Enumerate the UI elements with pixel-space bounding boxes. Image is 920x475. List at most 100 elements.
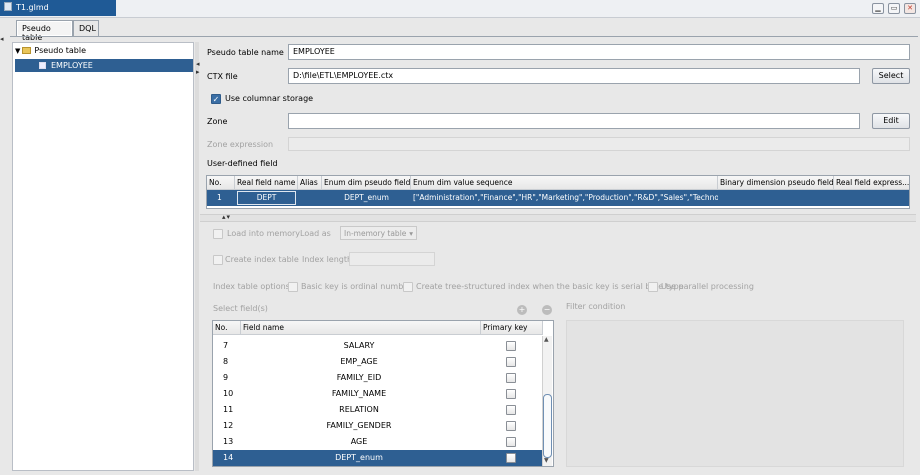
tree-root-label: Pseudo table bbox=[34, 46, 87, 55]
primary-key-checkbox[interactable] bbox=[506, 357, 516, 367]
row-field-name[interactable]: EMP_AGE bbox=[241, 354, 477, 370]
splitter-left-arrow-icon[interactable]: ◂ bbox=[196, 60, 200, 68]
ctx-file-label: CTX file bbox=[207, 72, 238, 81]
primary-key-checkbox[interactable] bbox=[506, 341, 516, 351]
ordinal-key-checkbox[interactable] bbox=[288, 282, 298, 292]
col-header-enum-seq[interactable]: Enum dim value sequence bbox=[411, 176, 718, 190]
row-field-name[interactable]: FAMILY_GENDER bbox=[241, 418, 477, 434]
table-row[interactable]: 7 SALARY bbox=[213, 338, 543, 354]
expand-arrow-icon[interactable]: ▼ bbox=[15, 47, 20, 55]
col-header-no[interactable]: No. bbox=[207, 176, 235, 190]
row-field-name[interactable]: DEPT_enum bbox=[241, 450, 477, 466]
tree-item-employee[interactable]: EMPLOYEE bbox=[15, 59, 193, 72]
primary-key-checkbox[interactable] bbox=[506, 405, 516, 415]
row-no: 14 bbox=[223, 453, 234, 462]
edit-button[interactable]: Edit bbox=[872, 113, 910, 129]
row-field-name[interactable]: AGE bbox=[241, 434, 477, 450]
cell-enum-seq[interactable]: ["Administration","Finance","HR","Market… bbox=[411, 190, 718, 206]
col-header-expr[interactable]: Real field express... bbox=[834, 176, 909, 190]
col-header-binary[interactable]: Binary dimension pseudo field bbox=[718, 176, 834, 190]
load-memory-checkbox[interactable] bbox=[213, 229, 223, 239]
columnar-storage-checkbox[interactable]: ✓ bbox=[211, 94, 221, 104]
fields-scrollbar[interactable]: ▲ ▼ bbox=[542, 336, 552, 466]
cell-alias[interactable] bbox=[298, 190, 322, 206]
tab-label: Pseudo table bbox=[22, 24, 51, 42]
row-no: 9 bbox=[223, 373, 229, 382]
row-field-name[interactable]: FAMILY_EID bbox=[241, 370, 477, 386]
zone-input[interactable] bbox=[288, 113, 860, 129]
ctx-file-input[interactable]: D:\file\ETL\EMPLOYEE.ctx bbox=[288, 68, 860, 84]
scroll-down-icon[interactable]: ▼ bbox=[544, 457, 549, 464]
pseudo-table-name-input[interactable]: EMPLOYEE bbox=[288, 44, 910, 60]
user-defined-field-label: User-defined field bbox=[207, 159, 278, 168]
table-row[interactable]: 1 DEPT DEPT_enum ["Administration","Fina… bbox=[207, 190, 909, 206]
load-as-label: Load as bbox=[300, 229, 331, 238]
tab-divider bbox=[10, 36, 918, 37]
close-button[interactable]: ✕ bbox=[904, 3, 916, 14]
row-no: 11 bbox=[223, 405, 234, 414]
zone-expression-input bbox=[288, 137, 910, 151]
load-as-select[interactable]: In-memory table ▾ bbox=[340, 226, 417, 240]
filter-condition-label: Filter condition bbox=[566, 302, 626, 311]
row-no: 7 bbox=[223, 341, 229, 350]
zone-expression-label: Zone expression bbox=[207, 140, 274, 149]
document-title: T1.glmd bbox=[16, 3, 49, 12]
vertical-splitter[interactable] bbox=[195, 42, 199, 471]
horizontal-splitter[interactable] bbox=[200, 214, 916, 222]
col-header-field-name[interactable]: Field name bbox=[241, 321, 481, 335]
user-defined-field-table[interactable]: No. Real field name Alias Enum dim pseud… bbox=[206, 175, 910, 209]
collapse-arrow-icon[interactable]: ◂ bbox=[0, 36, 4, 43]
cell-binary[interactable] bbox=[718, 190, 834, 206]
splitter-right-arrow-icon[interactable]: ▸ bbox=[196, 68, 200, 76]
row-field-name[interactable]: SALARY bbox=[241, 338, 477, 354]
tab-dql[interactable]: DQL bbox=[73, 20, 99, 36]
document-tab[interactable]: T1.glmd bbox=[0, 0, 116, 16]
title-bar bbox=[0, 0, 920, 18]
row-no: 8 bbox=[223, 357, 229, 366]
maximize-button[interactable]: ▭ bbox=[888, 3, 900, 14]
primary-key-checkbox[interactable] bbox=[506, 373, 516, 383]
table-row[interactable]: 13 AGE bbox=[213, 434, 543, 450]
create-index-checkbox[interactable] bbox=[213, 255, 223, 265]
primary-key-checkbox[interactable] bbox=[506, 389, 516, 399]
col-header-primary-key[interactable]: Primary key bbox=[481, 321, 543, 335]
table-row[interactable]: 14 DEPT_enum bbox=[213, 450, 543, 466]
table-row[interactable]: 11 RELATION bbox=[213, 402, 543, 418]
remove-icon[interactable]: − bbox=[542, 305, 552, 315]
row-no: 10 bbox=[223, 389, 234, 398]
select-fields-table[interactable]: No. Field name Primary key 7 SALARY 8 EMP_… bbox=[212, 320, 554, 467]
tree-index-checkbox[interactable] bbox=[403, 282, 413, 292]
primary-key-checkbox[interactable] bbox=[506, 437, 516, 447]
cell-no[interactable]: 1 bbox=[207, 190, 235, 206]
splitter-arrows-icon[interactable]: ▴▾ bbox=[222, 213, 231, 221]
primary-key-checkbox[interactable] bbox=[506, 421, 516, 431]
tree-item-label: EMPLOYEE bbox=[51, 61, 93, 70]
col-header-alias[interactable]: Alias bbox=[298, 176, 322, 190]
tab-label: DQL bbox=[79, 24, 96, 33]
tab-pseudo-table[interactable]: Pseudo table bbox=[16, 20, 73, 42]
table-row[interactable]: 10 FAMILY_NAME bbox=[213, 386, 543, 402]
col-header-no[interactable]: No. bbox=[213, 321, 241, 335]
filter-condition-box[interactable] bbox=[566, 320, 904, 467]
cell-enum-field[interactable]: DEPT_enum bbox=[322, 190, 411, 206]
cell-expr[interactable] bbox=[834, 190, 909, 206]
primary-key-checkbox[interactable] bbox=[506, 453, 516, 463]
col-header-enum-field[interactable]: Enum dim pseudo field bbox=[322, 176, 411, 190]
tree-root-node[interactable]: ▼ Pseudo table bbox=[15, 46, 86, 55]
tree-panel[interactable]: ▼ Pseudo table EMPLOYEE bbox=[12, 42, 194, 471]
select-button[interactable]: Select bbox=[872, 68, 910, 84]
row-field-name[interactable]: FAMILY_NAME bbox=[241, 386, 477, 402]
parallel-checkbox[interactable] bbox=[648, 282, 658, 292]
minimize-button[interactable]: ▁ bbox=[872, 3, 884, 14]
table-row[interactable]: 12 FAMILY_GENDER bbox=[213, 418, 543, 434]
table-row[interactable]: 9 FAMILY_EID bbox=[213, 370, 543, 386]
add-icon[interactable]: + bbox=[517, 305, 527, 315]
table-icon bbox=[39, 62, 46, 69]
row-field-name[interactable]: RELATION bbox=[241, 402, 477, 418]
table-row[interactable]: 8 EMP_AGE bbox=[213, 354, 543, 370]
cell-real-field[interactable]: DEPT bbox=[235, 190, 298, 206]
scrollbar-thumb[interactable] bbox=[543, 394, 552, 458]
columnar-storage-label: Use columnar storage bbox=[225, 94, 314, 103]
scroll-up-icon[interactable]: ▲ bbox=[544, 336, 549, 343]
col-header-real-field[interactable]: Real field name bbox=[235, 176, 298, 190]
